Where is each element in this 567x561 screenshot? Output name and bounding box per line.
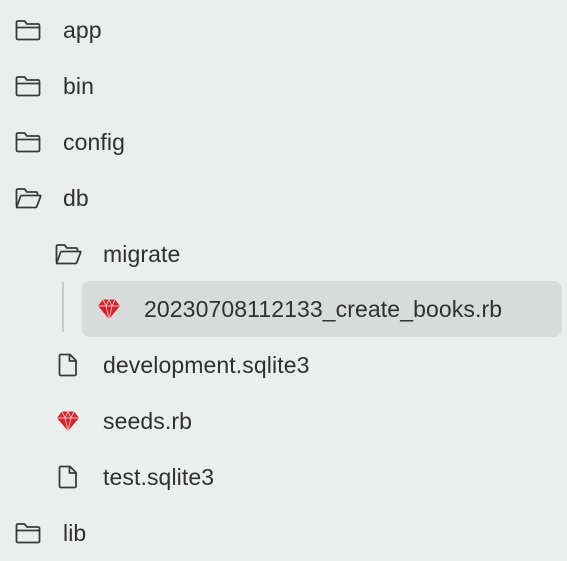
tree-item-test-sqlite3[interactable]: test.sqlite3 (0, 449, 567, 505)
folder-icon (14, 16, 42, 44)
tree-item-label: migrate (103, 241, 181, 267)
ruby-icon (54, 407, 82, 435)
folder-open-icon (54, 240, 82, 268)
tree-item-label: bin (63, 73, 94, 99)
tree-item-app[interactable]: app (0, 2, 567, 58)
tree-item-label: config (63, 129, 125, 155)
tree-item-lib[interactable]: lib (0, 505, 567, 561)
file-tree: app bin config db migrate 20230708112133… (0, 0, 567, 552)
folder-open-icon (14, 184, 42, 212)
tree-item-seeds-rb[interactable]: seeds.rb (0, 393, 567, 449)
file-icon (54, 351, 82, 379)
tree-item-db[interactable]: db (0, 170, 567, 226)
folder-icon (14, 519, 42, 547)
tree-item-label: 20230708112133_create_books.rb (144, 296, 503, 322)
folder-icon (14, 128, 42, 156)
tree-item-label: db (63, 185, 89, 211)
tree-item-config[interactable]: config (0, 114, 567, 170)
folder-icon (14, 72, 42, 100)
tree-item-label: lib (63, 520, 87, 546)
tree-item-migration-file[interactable]: 20230708112133_create_books.rb (0, 281, 567, 337)
tree-item-bin[interactable]: bin (0, 58, 567, 114)
tree-item-label: app (63, 17, 102, 43)
tree-item-label: development.sqlite3 (103, 352, 310, 378)
ruby-icon (95, 295, 123, 323)
tree-item-migrate[interactable]: migrate (0, 226, 567, 282)
tree-item-label: test.sqlite3 (103, 464, 215, 490)
tree-item-label: seeds.rb (103, 408, 193, 434)
tree-item-development-sqlite3[interactable]: development.sqlite3 (0, 337, 567, 393)
file-icon (54, 463, 82, 491)
